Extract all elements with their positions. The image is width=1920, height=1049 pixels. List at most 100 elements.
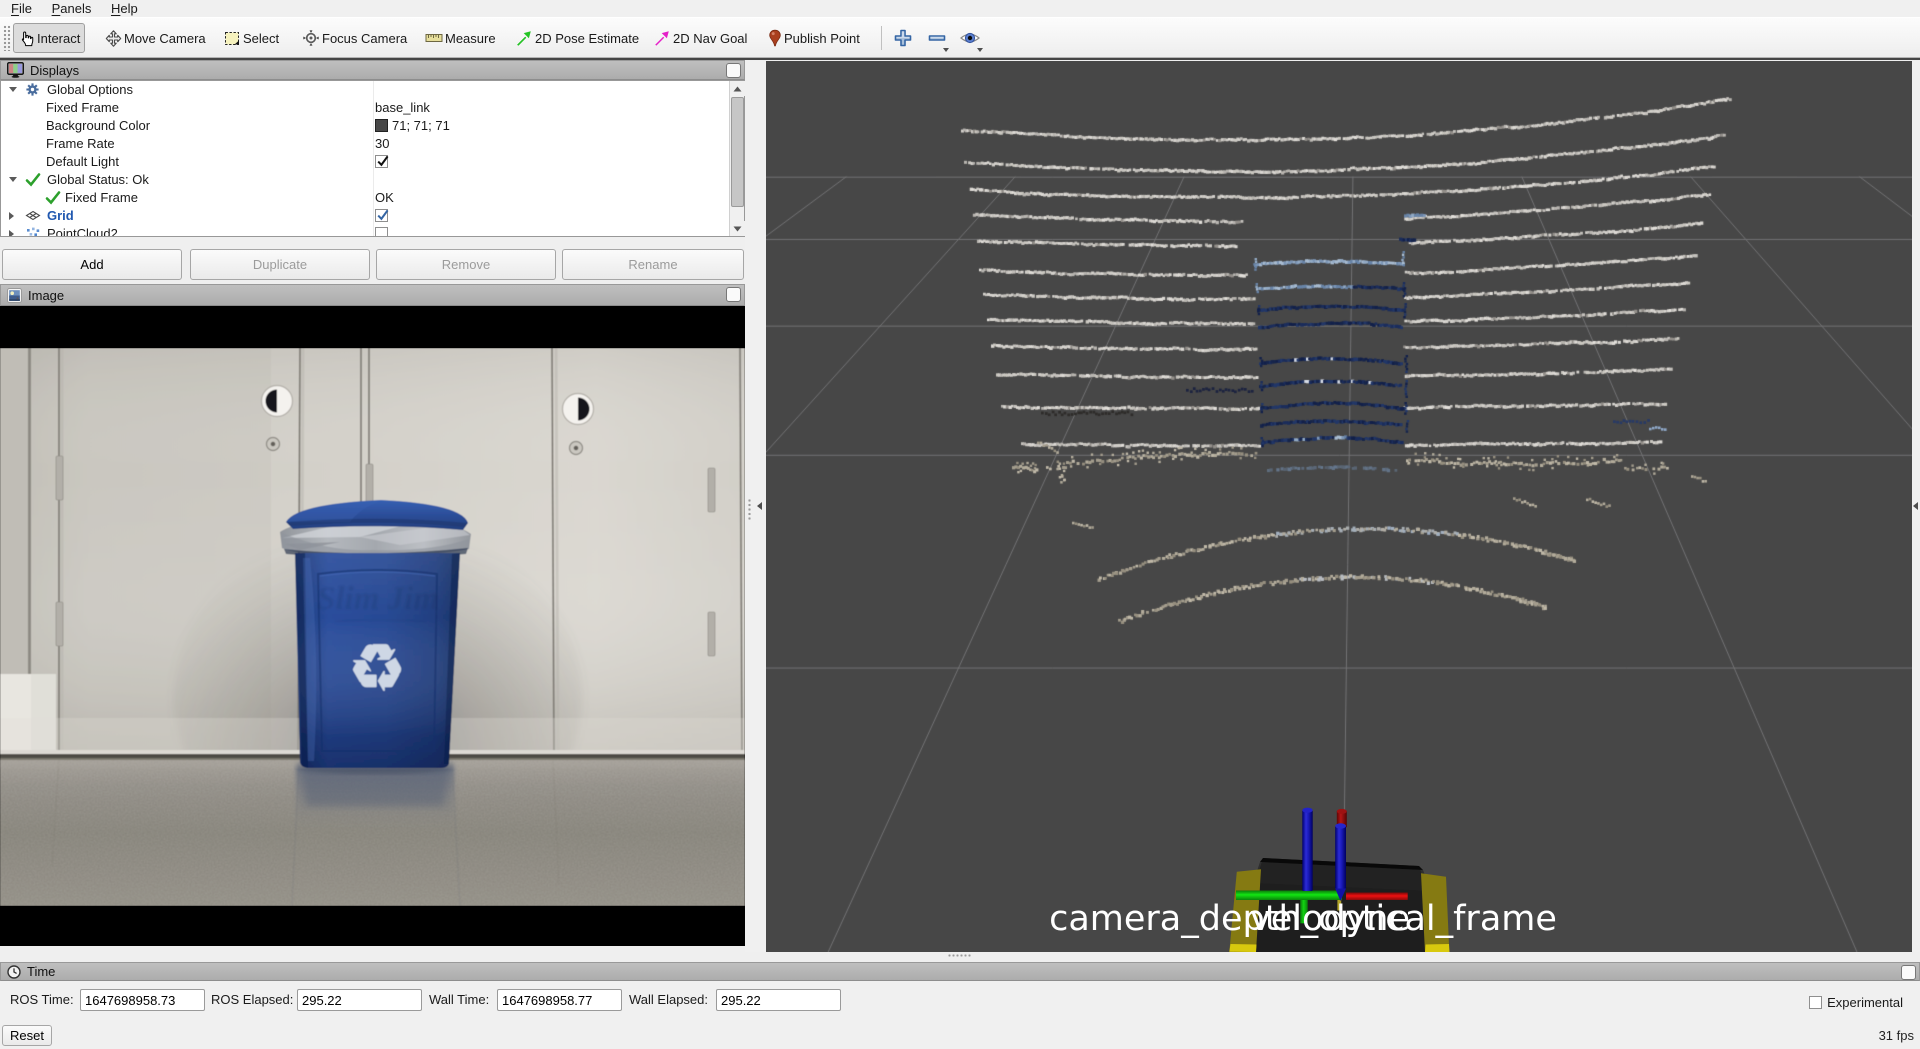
tree-expander[interactable]	[9, 230, 14, 237]
grid-icon	[25, 208, 41, 224]
menu-help[interactable]: Help	[103, 0, 146, 18]
visibility-dropdown-arrow[interactable]	[977, 48, 983, 52]
splitter-collapse-arrow-left[interactable]	[757, 502, 762, 510]
tree-row-value[interactable]: base_link	[375, 99, 430, 117]
publish-point-tool-button[interactable]: Publish Point	[764, 23, 864, 53]
horizontal-splitter-right[interactable]	[1912, 61, 1920, 952]
pose-estimate-label: 2D Pose Estimate	[535, 31, 639, 46]
tree-row-pointcloud2[interactable]: PointCloud2	[1, 225, 744, 237]
image-float-button[interactable]	[726, 287, 741, 302]
displays-tree-scrollbar[interactable]	[729, 81, 744, 236]
move-camera-tool-button[interactable]: Move Camera	[101, 23, 210, 53]
ros-elapsed-label: ROS Elapsed:	[211, 992, 293, 1007]
remove-display-button[interactable]: Remove	[376, 249, 556, 280]
scrollbar-up-button[interactable]	[730, 81, 745, 96]
image-panel-titlebar[interactable]: Image	[0, 284, 745, 306]
timepanel-resize-grip[interactable]	[948, 954, 972, 958]
tree-row-label: Fixed Frame	[65, 189, 138, 207]
tree-row-global-options[interactable]: Global Options	[1, 81, 744, 99]
pose-estimate-tool-button[interactable]: 2D Pose Estimate	[511, 23, 643, 53]
toolbar-separator	[881, 26, 882, 50]
interact-tool-button[interactable]: Interact	[13, 23, 85, 53]
tree-row-grid[interactable]: Grid	[1, 207, 744, 225]
publish-point-label: Publish Point	[784, 31, 860, 46]
zoom-in-button[interactable]	[889, 23, 917, 53]
image-panel-icon	[7, 288, 22, 303]
tree-row-value[interactable]: OK	[375, 189, 394, 207]
tree-row-value[interactable]: 30	[375, 135, 389, 153]
time-panel-title: Time	[27, 964, 55, 979]
wall-elapsed-label: Wall Elapsed:	[629, 992, 708, 1007]
tree-row-checkbox[interactable]	[375, 153, 388, 171]
ros-time-label: ROS Time:	[10, 992, 74, 1007]
menu-file[interactable]: File	[3, 0, 40, 18]
measure-icon	[425, 31, 443, 45]
zoom-out-dropdown-arrow[interactable]	[943, 48, 949, 52]
scrollbar-thumb[interactable]	[731, 97, 744, 207]
add-display-button[interactable]: Add	[2, 249, 182, 280]
tree-row-status-fixed-frame[interactable]: Fixed Frame OK	[1, 189, 744, 207]
tree-row-label: Global Options	[47, 81, 133, 99]
experimental-checkbox[interactable]	[1809, 996, 1822, 1009]
tree-row-label: PointCloud2	[47, 225, 118, 237]
recycle-bin: Slim Jim ♻	[280, 500, 471, 768]
pose-estimate-arrow-icon	[515, 29, 533, 47]
tree-row-value[interactable]: 71; 71; 71	[375, 117, 450, 135]
time-float-button[interactable]	[1901, 965, 1916, 980]
tree-expander[interactable]	[9, 212, 14, 220]
bin-logo-text: Slim Jim	[317, 581, 439, 617]
reset-button[interactable]: Reset	[2, 1025, 52, 1046]
tree-expander[interactable]	[9, 177, 17, 182]
wall-elapsed-input[interactable]	[716, 989, 841, 1011]
cloud-icon	[25, 226, 41, 237]
tree-row-label: Fixed Frame	[46, 99, 119, 117]
focus-camera-label: Focus Camera	[322, 31, 407, 46]
bin-reflection	[296, 764, 454, 828]
nav-goal-tool-button[interactable]: 2D Nav Goal	[649, 23, 751, 53]
toolbar-drag-handle[interactable]	[3, 25, 11, 51]
time-panel: Time ROS Time: ROS Elapsed: Wall Time: Wall…	[0, 962, 1920, 1049]
gear-icon	[25, 82, 41, 98]
move-camera-label: Move Camera	[124, 31, 206, 46]
duplicate-display-button[interactable]: Duplicate	[190, 249, 370, 280]
nav-goal-arrow-icon	[653, 29, 671, 47]
interact-hand-icon	[18, 30, 35, 47]
tree-row-default-light[interactable]: Default Light	[1, 153, 744, 171]
ros-elapsed-input[interactable]	[297, 989, 422, 1011]
rename-display-button[interactable]: Rename	[562, 249, 744, 280]
3d-viewport[interactable]: camera_depth_optical_frame velodyne	[766, 61, 1912, 952]
ros-time-input[interactable]	[80, 989, 205, 1011]
focus-camera-icon	[302, 29, 320, 47]
splitter-grip-dots[interactable]	[748, 499, 751, 520]
tree-expander[interactable]	[9, 87, 17, 92]
publish-point-pin-icon	[768, 29, 782, 47]
wall-time-label: Wall Time:	[429, 992, 489, 1007]
displays-panel-titlebar[interactable]: Displays	[0, 60, 745, 80]
measure-tool-button[interactable]: Measure	[421, 23, 500, 53]
photo-scene: Slim Jim ♻	[0, 348, 745, 906]
horizontal-splitter-left[interactable]	[745, 61, 766, 952]
tree-row-frame-rate[interactable]: Frame Rate30	[1, 135, 744, 153]
tree-row-fixed-frame[interactable]: Fixed Frame base_link	[1, 99, 744, 117]
menu-panels[interactable]: Panels	[44, 0, 100, 18]
image-panel-title: Image	[28, 288, 64, 303]
select-label: Select	[243, 31, 279, 46]
check2-icon	[45, 190, 61, 206]
wall-time-input[interactable]	[497, 989, 622, 1011]
eye-icon	[959, 28, 981, 48]
focus-camera-tool-button[interactable]: Focus Camera	[298, 23, 411, 53]
splitter-collapse-arrow-right[interactable]	[1913, 502, 1918, 510]
displays-float-button[interactable]	[726, 63, 741, 78]
time-panel-titlebar[interactable]: Time	[0, 962, 1920, 981]
select-tool-button[interactable]: Select	[220, 23, 283, 53]
select-icon	[224, 30, 241, 47]
minus-icon	[927, 28, 947, 48]
interact-tool-label: Interact	[37, 31, 80, 46]
tree-row-checkbox[interactable]	[375, 225, 388, 237]
scrollbar-down-button[interactable]	[730, 221, 745, 236]
tree-row-label: Global Status: Ok	[47, 171, 149, 189]
tree-row-background-color[interactable]: Background Color71; 71; 71	[1, 117, 744, 135]
tree-row-global-status[interactable]: Global Status: Ok	[1, 171, 744, 189]
displays-panel-title: Displays	[30, 63, 79, 78]
tree-row-checkbox[interactable]	[375, 207, 388, 225]
